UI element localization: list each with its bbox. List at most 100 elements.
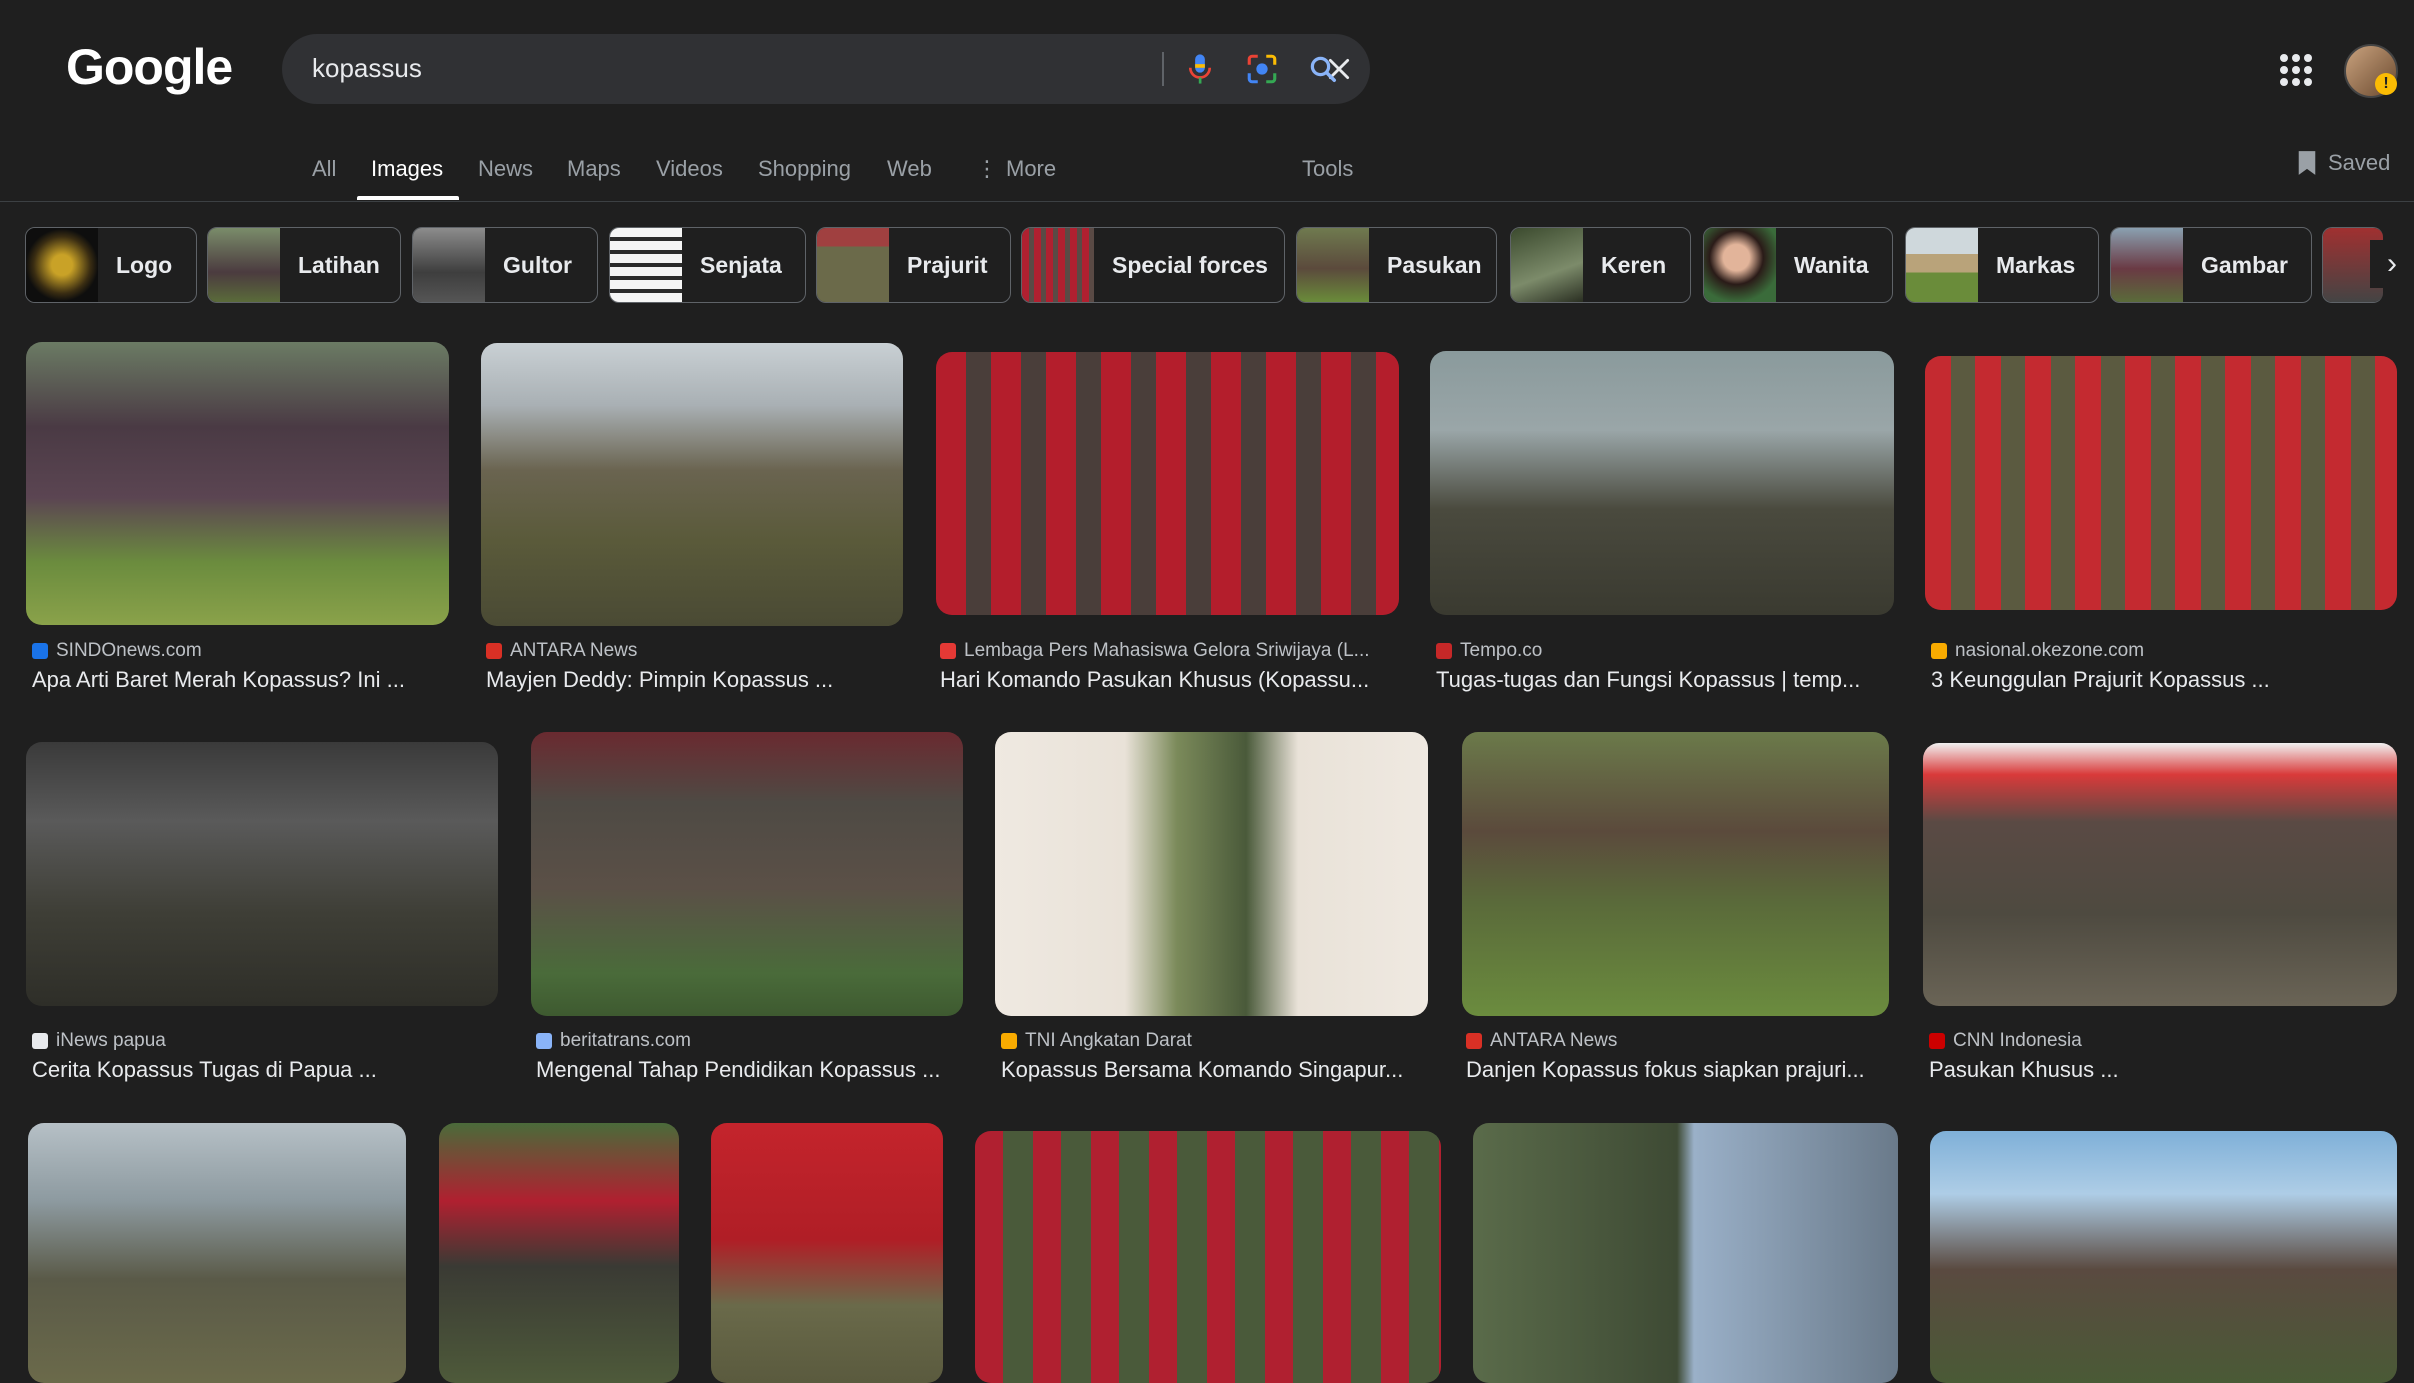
result-source[interactable]: Tempo.co: [1436, 640, 1886, 662]
source-name: beritatrans.com: [560, 1030, 691, 1051]
saved-button[interactable]: Saved: [2296, 150, 2390, 176]
more-vert-icon: ⋮: [976, 156, 998, 181]
tab-maps[interactable]: Maps: [567, 156, 621, 182]
result-image[interactable]: [531, 732, 963, 1016]
result-title[interactable]: 3 Keunggulan Prajurit Kopassus ...: [1931, 667, 2391, 693]
source-name: CNN Indonesia: [1953, 1030, 2082, 1051]
chip-thumbnail: [1022, 228, 1094, 302]
chip-label: Wanita: [1794, 251, 1869, 278]
source-name: SINDOnews.com: [56, 640, 202, 661]
result-source[interactable]: beritatrans.com: [536, 1030, 966, 1052]
result-image[interactable]: [1462, 732, 1889, 1016]
chip-wanita[interactable]: Wanita: [1703, 227, 1893, 303]
source-favicon: [1929, 1033, 1945, 1049]
chip-thumbnail: [817, 228, 889, 302]
chip-label: Gambar: [2201, 251, 2288, 278]
chip-label: Logo: [116, 251, 173, 278]
chip-thumbnail: [610, 228, 682, 302]
source-name: Tempo.co: [1460, 640, 1543, 661]
chip-label: Special forces: [1112, 251, 1268, 278]
tab-all[interactable]: All: [312, 156, 336, 182]
result-source[interactable]: ANTARA News: [1466, 1030, 1891, 1052]
result-source[interactable]: iNews papua: [32, 1030, 492, 1052]
result-image[interactable]: [439, 1123, 679, 1383]
result-image[interactable]: [711, 1123, 943, 1383]
tab-news[interactable]: News: [478, 156, 533, 182]
chip-thumbnail: [208, 228, 280, 302]
result-source[interactable]: TNI Angkatan Darat: [1001, 1030, 1431, 1052]
chip-gultor[interactable]: Gultor: [412, 227, 598, 303]
chip-thumbnail: [1511, 228, 1583, 302]
tab-more-label: More: [1006, 156, 1057, 181]
chip-pasukan[interactable]: Pasukan: [1296, 227, 1497, 303]
result-image[interactable]: [1430, 351, 1894, 615]
search-input[interactable]: kopassus: [312, 53, 422, 84]
source-favicon: [1931, 643, 1947, 659]
chip-label: Keren: [1601, 251, 1667, 278]
tab-more[interactable]: ⋮ More: [976, 156, 1056, 182]
chip-keren[interactable]: Keren: [1510, 227, 1691, 303]
result-title[interactable]: Pasukan Khusus ...: [1929, 1057, 2389, 1083]
result-source[interactable]: SINDOnews.com: [32, 640, 452, 662]
result-image[interactable]: [1473, 1123, 1898, 1383]
chip-thumbnail: [413, 228, 485, 302]
result-image[interactable]: [1923, 743, 2397, 1006]
result-image[interactable]: [1925, 356, 2397, 610]
tab-images[interactable]: Images: [371, 156, 443, 182]
google-logo[interactable]: Google: [66, 38, 233, 96]
chip-logo[interactable]: Logo: [25, 227, 197, 303]
result-title[interactable]: Apa Arti Baret Merah Kopassus? Ini ...: [32, 667, 452, 693]
chip-senjata[interactable]: Senjata: [609, 227, 806, 303]
result-source[interactable]: nasional.okezone.com: [1931, 640, 2391, 662]
account-alert-badge: !: [2375, 73, 2397, 95]
result-title[interactable]: Kopassus Bersama Komando Singapur...: [1001, 1057, 1431, 1083]
chevron-right-icon[interactable]: ›: [2370, 240, 2414, 288]
header-divider: [0, 201, 2414, 202]
source-favicon: [1466, 1033, 1482, 1049]
result-title[interactable]: Mengenal Tahap Pendidikan Kopassus ...: [536, 1057, 966, 1083]
result-image[interactable]: [936, 352, 1399, 615]
result-image[interactable]: [995, 732, 1428, 1016]
tab-shopping[interactable]: Shopping: [758, 156, 851, 182]
result-title[interactable]: Cerita Kopassus Tugas di Papua ...: [32, 1057, 492, 1083]
result-image[interactable]: [481, 343, 903, 626]
chip-label: Gultor: [503, 251, 572, 278]
tab-videos[interactable]: Videos: [656, 156, 723, 182]
result-title[interactable]: Hari Komando Pasukan Khusus (Kopassu...: [940, 667, 1390, 693]
tools-button[interactable]: Tools: [1302, 156, 1353, 182]
source-favicon: [32, 1033, 48, 1049]
microphone-icon[interactable]: [1181, 50, 1219, 88]
result-image[interactable]: [26, 342, 449, 625]
result-image[interactable]: [26, 742, 498, 1006]
chip-special-forces[interactable]: Special forces: [1021, 227, 1285, 303]
chip-label: Pasukan: [1387, 251, 1482, 278]
search-box[interactable]: kopassus: [282, 34, 1370, 104]
lens-icon[interactable]: [1243, 50, 1281, 88]
chip-latihan[interactable]: Latihan: [207, 227, 401, 303]
source-name: Lembaga Pers Mahasiswa Gelora Sriwijaya …: [964, 640, 1370, 661]
source-favicon: [32, 643, 48, 659]
bookmark-icon: [2298, 151, 2316, 175]
result-image[interactable]: [1930, 1131, 2397, 1383]
chip-gambar[interactable]: Gambar: [2110, 227, 2312, 303]
result-image[interactable]: [975, 1131, 1441, 1383]
result-title[interactable]: Danjen Kopassus fokus siapkan prajuri...: [1466, 1057, 1891, 1083]
chip-label: Senjata: [700, 251, 782, 278]
chip-thumbnail: [1906, 228, 1978, 302]
chip-label: Markas: [1996, 251, 2076, 278]
result-title[interactable]: Mayjen Deddy: Pimpin Kopassus ...: [486, 667, 906, 693]
tab-web[interactable]: Web: [887, 156, 932, 182]
apps-grid-icon[interactable]: [2280, 54, 2312, 86]
chip-markas[interactable]: Markas: [1905, 227, 2099, 303]
result-source[interactable]: ANTARA News: [486, 640, 906, 662]
chip-thumbnail: [26, 228, 98, 302]
chip-prajurit[interactable]: Prajurit: [816, 227, 1011, 303]
search-submit-icon[interactable]: [1304, 50, 1342, 88]
result-image[interactable]: [28, 1123, 406, 1383]
result-title[interactable]: Tugas-tugas dan Fungsi Kopassus | temp..…: [1436, 667, 1886, 693]
source-name: ANTARA News: [1490, 1030, 1618, 1051]
source-favicon: [1001, 1033, 1017, 1049]
result-source[interactable]: Lembaga Pers Mahasiswa Gelora Sriwijaya …: [940, 640, 1390, 662]
result-source[interactable]: CNN Indonesia: [1929, 1030, 2389, 1052]
source-name: ANTARA News: [510, 640, 638, 661]
